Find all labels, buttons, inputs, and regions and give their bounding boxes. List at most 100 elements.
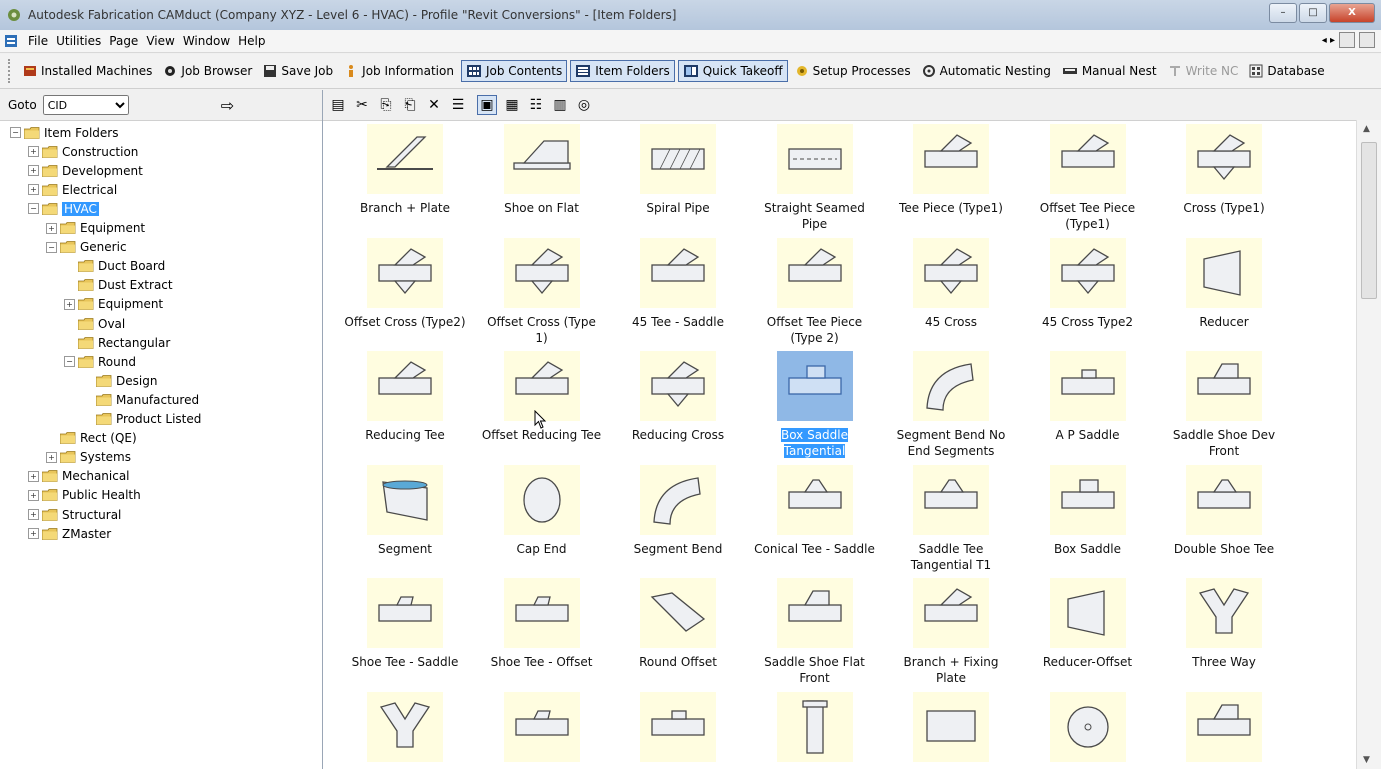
manual-nest-button[interactable]: Manual Nest — [1058, 60, 1161, 82]
menu-view[interactable]: View — [142, 34, 178, 48]
scroll-up-icon[interactable]: ▲ — [1363, 124, 1370, 134]
item-45-cross[interactable]: 45 Cross — [889, 237, 1013, 330]
list-view-icon[interactable]: ☷ — [527, 96, 545, 114]
item-offset-cross-type-1[interactable]: Offset Cross (Type 1) — [480, 237, 604, 346]
item-folders-button[interactable]: Item Folders — [570, 60, 675, 82]
expand-icon[interactable]: + — [46, 222, 57, 234]
installed-machines-button[interactable]: Installed Machines — [19, 60, 156, 82]
item-cap-end[interactable]: Cap End — [480, 464, 604, 557]
item-spiral-pipe[interactable]: Spiral Pipe — [616, 124, 740, 216]
expand-icon[interactable]: + — [46, 451, 57, 463]
tree-item-round[interactable]: − Round — [64, 352, 136, 371]
item-box-saddle[interactable]: Box Saddle — [1026, 464, 1150, 557]
document-icon[interactable] — [4, 34, 18, 48]
menu-help[interactable]: Help — [234, 34, 269, 48]
close-button[interactable]: X — [1329, 3, 1375, 23]
item-conical-tee-saddle[interactable]: Conical Tee - Saddle — [753, 464, 877, 557]
tree-item-equipment[interactable]: + Equipment — [64, 295, 163, 314]
item-unnamed-36[interactable] — [480, 691, 604, 768]
scroll-down-icon[interactable]: ▼ — [1363, 755, 1370, 765]
menu-window[interactable]: Window — [179, 34, 234, 48]
tree-item-public-health[interactable]: + Public Health — [28, 486, 141, 505]
item-double-shoe-tee[interactable]: Double Shoe Tee — [1162, 464, 1286, 557]
write-nc-button[interactable]: Write NC — [1164, 60, 1243, 82]
collapse-icon[interactable]: − — [46, 241, 57, 253]
item-reducer-offset[interactable]: Reducer-Offset — [1026, 578, 1150, 670]
job-information-button[interactable]: Job Information — [340, 60, 458, 82]
expand-icon[interactable]: + — [28, 165, 39, 177]
tree-item-product-listed[interactable]: Product Listed — [82, 410, 201, 429]
vertical-scrollbar[interactable]: ▲ ▼ — [1356, 120, 1381, 769]
item-unnamed-41[interactable] — [1162, 691, 1286, 768]
expand-icon[interactable]: + — [28, 509, 39, 520]
tree-item-manufactured[interactable]: Manufactured — [82, 390, 199, 409]
job-contents-button[interactable]: Job Contents — [460, 60, 568, 82]
item-45-tee-saddle[interactable]: 45 Tee - Saddle — [616, 237, 740, 330]
toolbar-grip[interactable] — [8, 59, 13, 83]
item-tee-piece-type1[interactable]: Tee Piece (Type1) — [889, 124, 1013, 216]
item-unnamed-37[interactable] — [616, 691, 740, 768]
item-segment-bend-no-end-segments[interactable]: Segment Bend No End Segments — [889, 351, 1013, 459]
search-item-icon[interactable]: ◎ — [575, 96, 593, 114]
expand-icon[interactable]: + — [28, 489, 39, 501]
mdi-nav-arrows[interactable]: ◂ ▸ — [1322, 35, 1335, 46]
tree-item-development[interactable]: + Development — [28, 161, 143, 180]
expand-icon[interactable]: + — [28, 528, 39, 540]
paste-icon[interactable]: ⎗ — [401, 96, 419, 114]
goto-arrow-icon[interactable]: ⇨ — [221, 96, 234, 115]
goto-select[interactable]: CID — [42, 95, 129, 115]
tree-item-systems[interactable]: + Systems — [46, 448, 131, 467]
mdi-restore-button[interactable] — [1339, 32, 1355, 48]
collapse-icon[interactable]: − — [10, 127, 21, 138]
item-round-offset[interactable]: Round Offset — [616, 578, 740, 670]
tree-item-item-folders[interactable]: − Item Folders — [10, 123, 118, 142]
item-reducing-cross[interactable]: Reducing Cross — [616, 351, 740, 443]
tree-item-design[interactable]: Design — [82, 371, 157, 390]
tree-item-generic[interactable]: − Generic — [46, 238, 127, 257]
collapse-icon[interactable]: − — [28, 203, 39, 215]
item-reducing-tee[interactable]: Reducing Tee — [343, 351, 467, 443]
tree-item-equipment[interactable]: + Equipment — [46, 219, 145, 238]
item-unnamed-39[interactable] — [889, 691, 1013, 768]
scrollbar-thumb[interactable] — [1361, 142, 1377, 299]
item-box-saddle-tangential[interactable]: Box Saddle Tangential — [753, 351, 877, 459]
item-saddle-shoe-flat-front[interactable]: Saddle Shoe Flat Front — [753, 578, 877, 686]
item-saddle-tee-tangential-t1[interactable]: Saddle Tee Tangential T1 — [889, 464, 1013, 573]
copy-icon[interactable]: ⎘ — [377, 96, 395, 114]
expand-icon[interactable]: + — [64, 298, 75, 310]
tree-item-construction[interactable]: + Construction — [28, 142, 138, 161]
item-shoe-tee-offset[interactable]: Shoe Tee - Offset — [480, 578, 604, 670]
item-shoe-tee-saddle[interactable]: Shoe Tee - Saddle — [343, 578, 467, 670]
tree-item-electrical[interactable]: + Electrical — [28, 180, 117, 199]
item-reducer[interactable]: Reducer — [1162, 237, 1286, 330]
item-cross-type1[interactable]: Cross (Type1) — [1162, 124, 1286, 216]
item-unnamed-38[interactable] — [753, 691, 877, 768]
item-shoe-on-flat[interactable]: Shoe on Flat — [480, 124, 604, 216]
item-45-cross-type2[interactable]: 45 Cross Type2 — [1026, 237, 1150, 330]
item-branch-fixing-plate[interactable]: Branch + Fixing Plate — [889, 578, 1013, 686]
expand-icon[interactable]: + — [28, 184, 39, 196]
properties-icon[interactable]: ☰ — [449, 96, 467, 114]
tree-item-duct-board[interactable]: Duct Board — [64, 257, 165, 276]
setup-processes-button[interactable]: Setup Processes — [791, 60, 915, 82]
item-straight-seamed-pipe[interactable]: Straight Seamed Pipe — [753, 124, 877, 232]
small-icons-view-icon[interactable]: ▦ — [503, 96, 521, 114]
details-view-icon[interactable]: ▥ — [551, 96, 569, 114]
expand-icon[interactable]: + — [28, 470, 39, 482]
automatic-nesting-button[interactable]: Automatic Nesting — [918, 60, 1055, 82]
item-unnamed-35[interactable] — [343, 691, 467, 768]
expand-icon[interactable]: + — [28, 146, 39, 158]
maximize-button[interactable]: □ — [1299, 3, 1327, 23]
tree-item-oval[interactable]: Oval — [64, 314, 125, 333]
cut-icon[interactable]: ✂ — [353, 96, 371, 114]
item-offset-cross-type2[interactable]: Offset Cross (Type2) — [343, 237, 467, 330]
tree-item-mechanical[interactable]: + Mechanical — [28, 467, 130, 486]
item-offset-tee-piece-type1[interactable]: Offset Tee Piece (Type1) — [1026, 124, 1150, 232]
minimize-button[interactable]: – — [1269, 3, 1297, 23]
quick-takeoff-button[interactable]: Quick Takeoff — [677, 60, 788, 82]
menu-file[interactable]: File — [24, 34, 52, 48]
tree-item-rect-qe[interactable]: Rect (QE) — [46, 429, 137, 448]
database-button[interactable]: Database — [1245, 60, 1328, 82]
large-icons-view-icon[interactable]: ▣ — [477, 95, 497, 115]
mdi-close-button[interactable] — [1359, 32, 1375, 48]
